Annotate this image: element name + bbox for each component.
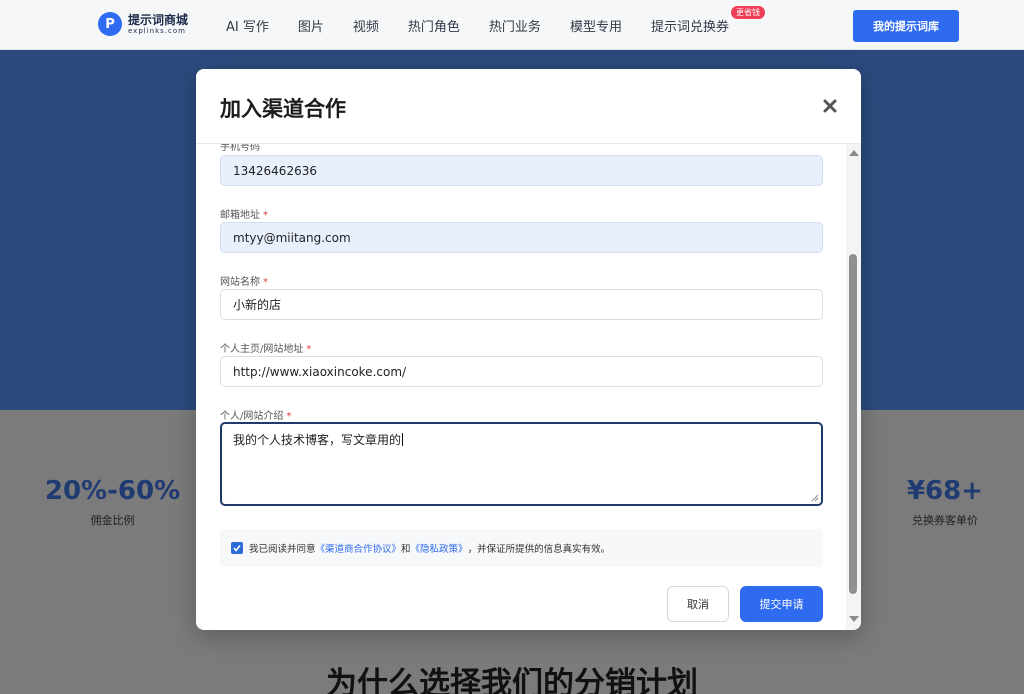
intro-label-text: 个人/网站介绍	[220, 411, 284, 422]
privacy-policy-link[interactable]: 《隐私政策》	[411, 541, 468, 555]
agreement-and: 和	[401, 544, 411, 555]
nav-item-videos[interactable]: 视频	[353, 16, 379, 35]
nav-item-vouchers[interactable]: 提示词兑换券 更省钱	[650, 5, 765, 35]
commission-label: 佣金比例	[90, 514, 135, 527]
modal-header: 加入渠道合作	[196, 69, 861, 144]
scroll-down-arrow-icon[interactable]	[849, 616, 859, 622]
channel-partner-modal: 加入渠道合作 手机号码 13426462636 邮箱地址 * mtyy@miita…	[196, 69, 861, 630]
required-mark: *	[263, 277, 268, 288]
nav-item-ai-writing[interactable]: AI 写作	[226, 16, 269, 35]
modal-body: 手机号码 13426462636 邮箱地址 * mtyy@miitang.com …	[196, 144, 861, 630]
intro-text: 我的个人技术博客，写文章用的	[233, 433, 402, 447]
resize-grip-icon[interactable]	[811, 494, 819, 502]
site-logo[interactable]: P 提示词商城 explinks.com	[98, 12, 188, 36]
logo-icon: P	[98, 12, 122, 36]
scroll-up-arrow-icon[interactable]	[849, 150, 859, 156]
agreement-prefix: 我已阅读并同意	[249, 544, 316, 555]
commission-stat: 20%-60% 佣金比例	[40, 476, 185, 528]
nav-item-popular-roles[interactable]: 热门角色	[408, 16, 460, 35]
required-mark: *	[286, 411, 292, 422]
email-input[interactable]: mtyy@miitang.com	[220, 222, 823, 253]
nav-menu: AI 写作 图片 视频 热门角色 热门业务 模型专用 提示词兑换券 更省钱	[226, 0, 765, 50]
agreement-row: 我已阅读并同意 《渠道商合作协议》 和 《隐私政策》 ，并保证所提供的信息真实有…	[220, 529, 823, 567]
nav-item-images[interactable]: 图片	[298, 16, 324, 35]
voucher-price-value: ¥68+	[906, 476, 984, 506]
homepage-label-text: 个人主页/网站地址	[220, 344, 304, 355]
intro-textarea[interactable]: 我的个人技术博客，写文章用的	[220, 422, 823, 506]
section-title: 为什么选择我们的分销计划	[326, 666, 698, 694]
modal-scrollbar[interactable]	[846, 144, 861, 630]
text-caret	[402, 433, 404, 446]
cancel-button[interactable]: 取消	[667, 586, 729, 622]
submit-button[interactable]: 提交申请	[740, 586, 823, 622]
logo-domain: explinks.com	[128, 26, 186, 35]
nav-item-model-specific[interactable]: 模型专用	[570, 16, 622, 35]
my-prompt-library-button[interactable]: 我的提示词库	[853, 10, 959, 42]
voucher-price-label: 兑换券客单价	[912, 514, 978, 527]
homepage-label: 个人主页/网站地址 *	[220, 340, 311, 355]
top-navigation: P 提示词商城 explinks.com AI 写作 图片 视频 热门角色 热门…	[0, 0, 1024, 50]
email-label-text: 邮箱地址	[220, 210, 260, 221]
nav-item-popular-business[interactable]: 热门业务	[489, 16, 541, 35]
phone-input[interactable]: 13426462636	[220, 155, 823, 186]
site-name-label: 网站名称 *	[220, 273, 268, 288]
site-name-input[interactable]: 小新的店	[220, 289, 823, 320]
close-icon[interactable]	[820, 96, 840, 116]
logo-title: 提示词商城	[128, 12, 189, 27]
phone-label: 手机号码	[220, 144, 260, 153]
savings-badge: 更省钱	[730, 5, 765, 19]
homepage-input[interactable]: http://www.xiaoxincoke.com/	[220, 356, 823, 387]
agreement-suffix: ，并保证所提供的信息真实有效。	[467, 544, 611, 555]
checkmark-icon	[233, 545, 241, 552]
partner-agreement-link[interactable]: 《渠道商合作协议》	[316, 541, 402, 555]
email-label: 邮箱地址 *	[220, 206, 268, 221]
site-name-label-text: 网站名称	[220, 277, 260, 288]
intro-label: 个人/网站介绍 *	[220, 407, 291, 422]
voucher-price-stat: ¥68+ 兑换券客单价	[890, 476, 1000, 528]
modal-title: 加入渠道合作	[220, 97, 346, 121]
required-mark: *	[306, 344, 312, 355]
scroll-thumb[interactable]	[849, 254, 857, 594]
required-mark: *	[263, 210, 268, 221]
agreement-checkbox[interactable]	[231, 542, 243, 554]
commission-value: 20%-60%	[44, 476, 181, 506]
nav-item-vouchers-label: 提示词兑换券	[650, 19, 729, 35]
